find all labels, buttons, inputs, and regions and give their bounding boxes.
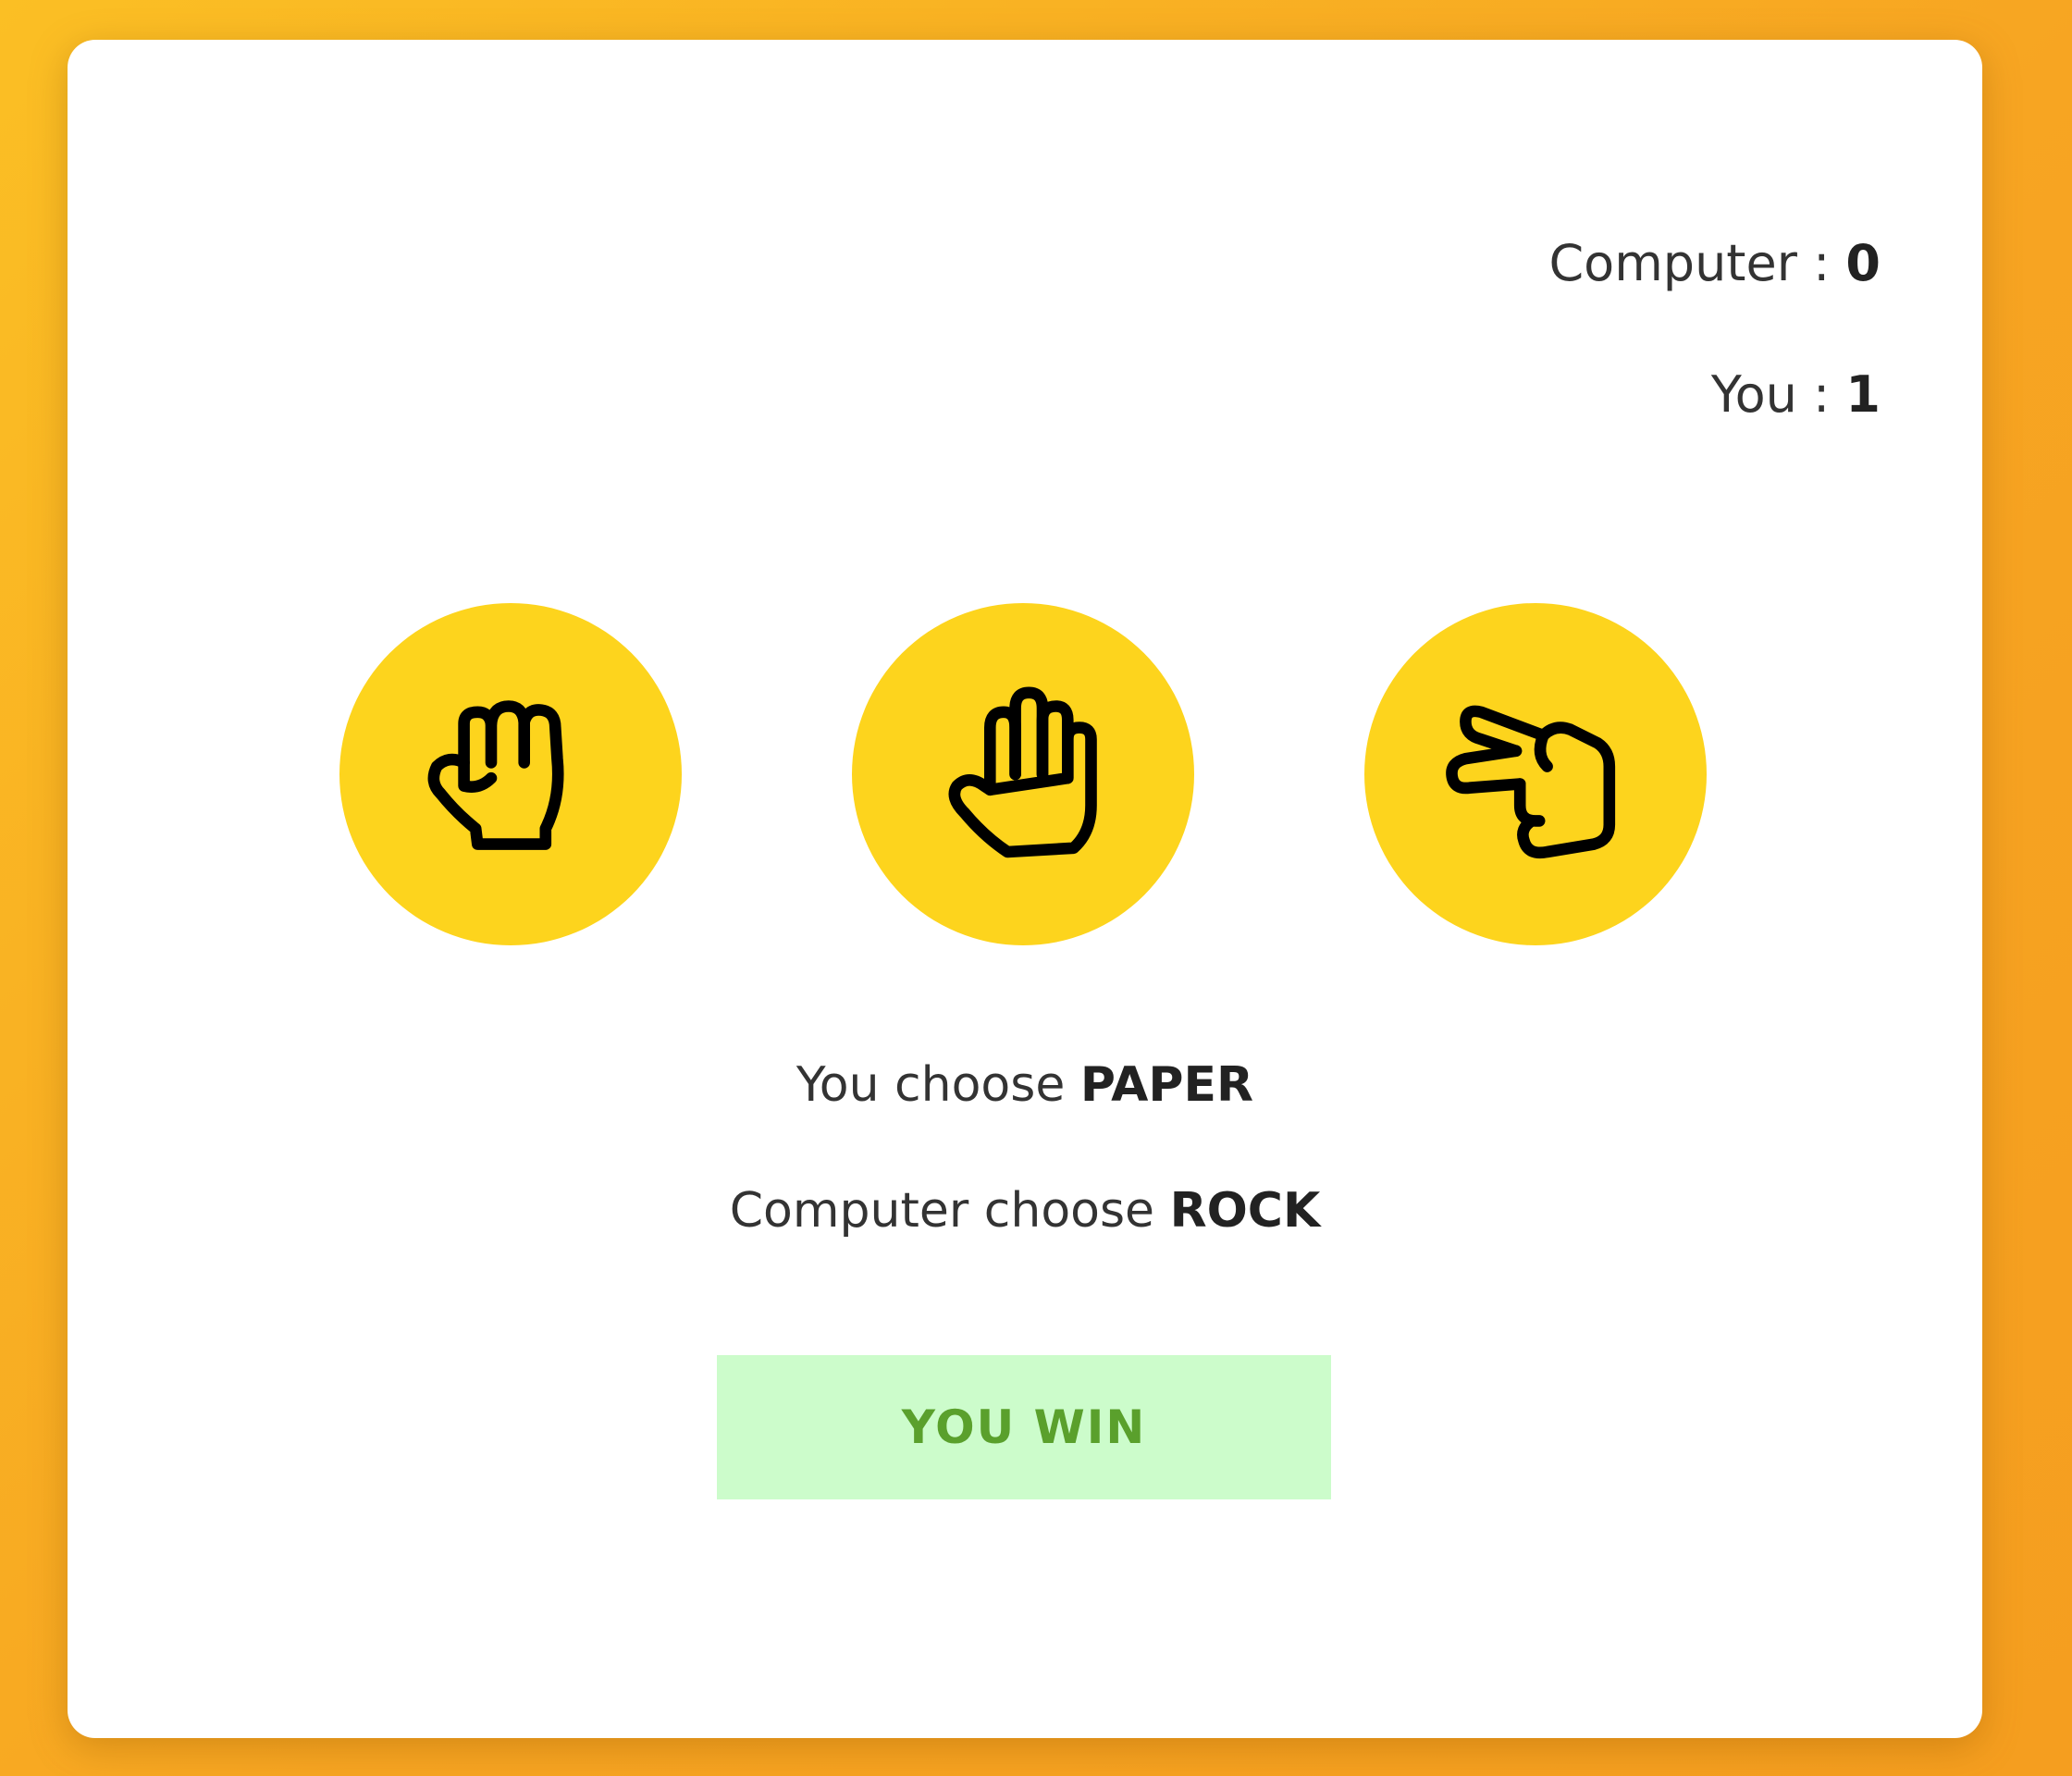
player-choice-text: You choose PAPER	[68, 1057, 1982, 1113]
paper-button[interactable]	[852, 603, 1194, 945]
player-score-value: 1	[1845, 365, 1881, 424]
player-choice-value: PAPER	[1079, 1057, 1254, 1113]
rock-button[interactable]	[339, 603, 682, 945]
player-score: You : 1	[1711, 365, 1881, 424]
open-hand-icon	[948, 686, 1097, 858]
computer-choice-value: ROCK	[1169, 1183, 1321, 1239]
fist-icon	[427, 700, 564, 850]
computer-choice-text: Computer choose ROCK	[68, 1183, 1982, 1239]
result-badge: YOU WIN	[717, 1355, 1331, 1499]
computer-score: Computer : 0	[1548, 234, 1881, 292]
computer-score-value: 0	[1845, 234, 1881, 292]
player-choice-prefix: You choose	[796, 1057, 1080, 1113]
two-fingers-hand-icon	[1446, 705, 1616, 859]
computer-choice-prefix: Computer choose	[729, 1183, 1170, 1239]
choice-buttons	[339, 603, 1707, 945]
scissors-button[interactable]	[1364, 603, 1707, 945]
game-card: Computer : 0 You : 1 You choose PAPER Co…	[68, 40, 1982, 1738]
player-score-label: You :	[1710, 365, 1846, 424]
computer-score-label: Computer :	[1548, 234, 1846, 292]
